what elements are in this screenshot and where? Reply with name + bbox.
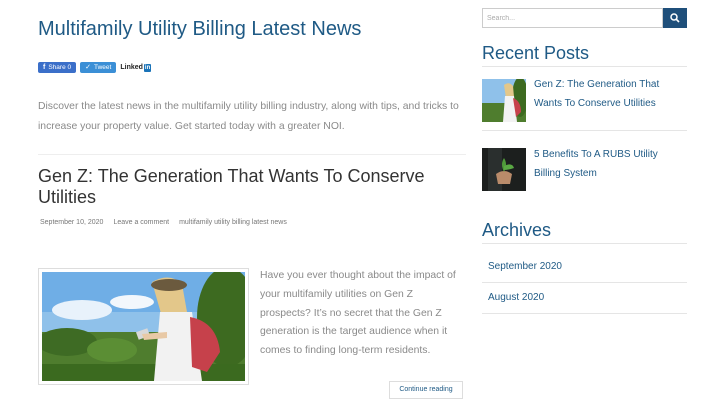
divider: [482, 243, 687, 244]
facebook-icon: f: [43, 64, 46, 71]
archive-link-august-2020[interactable]: August 2020: [488, 292, 544, 303]
post-date[interactable]: September 10, 2020: [40, 219, 103, 226]
twitter-icon: ✓: [85, 64, 91, 71]
divider: [482, 282, 687, 283]
intro-text: Discover the latest news in the multifam…: [38, 101, 459, 132]
search-icon: [670, 13, 680, 23]
recent-post-thumbnail-2[interactable]: [482, 148, 526, 191]
share-bar: f Share 0 ✓ Tweet Linked in: [38, 62, 152, 73]
leave-comment-link[interactable]: Leave a comment: [113, 219, 169, 226]
recent-post-thumbnail-1[interactable]: [482, 79, 526, 122]
page-title: Multifamily Utility Billing Latest News: [38, 18, 362, 40]
divider: [482, 313, 687, 314]
divider: [482, 130, 687, 131]
facebook-share-button[interactable]: f Share 0: [38, 62, 77, 73]
recent-post-link-2[interactable]: 5 Benefits To A RUBS Utility Billing Sys…: [534, 145, 684, 183]
search-input[interactable]: [482, 8, 663, 28]
tweet-label: Tweet: [94, 64, 112, 71]
search-button[interactable]: [663, 8, 687, 28]
recent-posts-title: Recent Posts: [482, 43, 590, 63]
linkedin-icon: in: [143, 63, 152, 72]
linkedin-share-button[interactable]: Linked in: [120, 63, 152, 72]
post-featured-image[interactable]: [38, 268, 249, 385]
archive-link-september-2020[interactable]: September 2020: [488, 261, 562, 272]
woman-with-phone-thumbnail: [482, 79, 526, 122]
search-form: [482, 8, 687, 28]
hands-holding-plant-thumbnail: [482, 148, 526, 191]
facebook-share-label: Share 0: [48, 64, 72, 71]
post-title-link[interactable]: Gen Z: The Generation That Wants To Cons…: [38, 166, 466, 208]
woman-with-phone-image: [42, 272, 245, 381]
divider: [38, 154, 466, 155]
recent-post-link-1[interactable]: Gen Z: The Generation That Wants To Cons…: [534, 75, 684, 113]
tweet-button[interactable]: ✓ Tweet: [80, 62, 117, 73]
linkedin-label: Linked: [120, 64, 143, 71]
post-meta: September 10, 2020 Leave a comment multi…: [40, 219, 287, 226]
post-excerpt: Have you ever thought about the impact o…: [260, 270, 456, 357]
post-category-link[interactable]: multifamily utility billing latest news: [179, 219, 287, 226]
archives-title: Archives: [482, 220, 552, 240]
divider: [482, 66, 687, 67]
continue-reading-button[interactable]: Continue reading: [389, 381, 463, 399]
